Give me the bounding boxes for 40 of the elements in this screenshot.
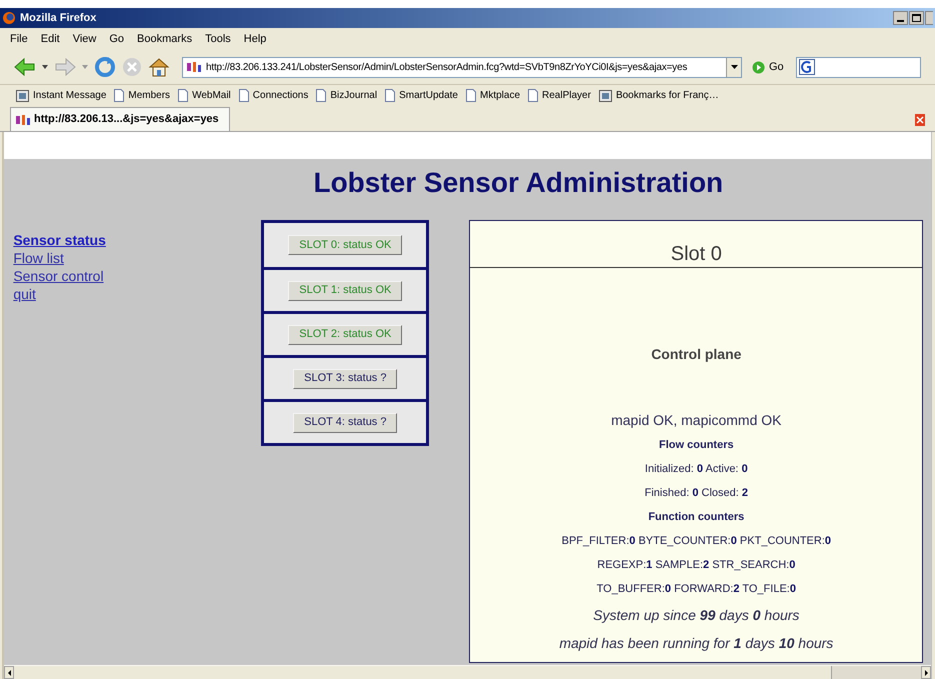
counter-text: Initialized: 0 Active: 0: [644, 462, 748, 476]
url-text: http://83.206.133.241/LobsterSensor/Admin/LobsterSensorAdmin.fcg?wtd=SVbT9n8ZrYoYCi0I&js=yes&ajax=yes: [206, 60, 688, 74]
bookmark-item[interactable]: Bookmarks for Franç…: [598, 88, 719, 103]
bookmark-item[interactable]: Mktplace: [466, 88, 520, 103]
menu-item[interactable]: Go: [109, 30, 124, 48]
nav-link[interactable]: Sensor control: [13, 267, 104, 285]
go-button[interactable]: Go: [752, 58, 784, 76]
address-field[interactable]: http://83.206.133.241/LobsterSensor/Admin/LobsterSensorAdmin.fcg?wtd=SVbT9n8ZrYoYCi0I&js=yes&ajax=yes: [182, 56, 742, 78]
counter-text: TO_BUFFER:0 FORWARD:2 TO_FILE:0: [596, 582, 796, 596]
counter-text: REGEXP:1 SAMPLE:2 STR_SEARCH:0: [597, 558, 796, 572]
counter-text: BPF_FILTER:0 BYTE_COUNTER:0 PKT_COUNTER:0: [562, 534, 832, 548]
status-text: mapid OK, mapicommd OK: [611, 411, 782, 429]
menu-item[interactable]: Edit: [40, 30, 60, 48]
bookmark-item[interactable]: SmartUpdate: [385, 88, 458, 103]
bookmark-item[interactable]: WebMail: [178, 88, 231, 103]
nav-link[interactable]: Sensor status: [13, 231, 106, 249]
window-title: Mozilla Firefox: [20, 10, 96, 26]
slot-button[interactable]: SLOT 3: status ?: [293, 368, 398, 388]
menu-item[interactable]: Bookmarks: [137, 30, 192, 48]
panel-title: Slot 0: [470, 221, 922, 268]
counter-heading: Flow counters: [659, 438, 734, 452]
uptime-text: System up since 99 days 0 hours: [593, 606, 800, 624]
menu-item[interactable]: Tools: [205, 30, 231, 48]
page-heading: Lobster Sensor Administration: [312, 166, 724, 200]
slot-button[interactable]: SLOT 4: status ?: [293, 412, 398, 432]
uptime-text: mapid has been running for 1 days 10 hours: [559, 634, 834, 652]
bookmark-item[interactable]: BizJournal: [316, 88, 378, 103]
nav-link[interactable]: quit: [13, 285, 36, 303]
bookmark-item[interactable]: Members: [114, 88, 170, 103]
nav-link[interactable]: Flow list: [13, 249, 64, 267]
menu-item[interactable]: Help: [244, 30, 266, 48]
counter-text: Finished: 0 Closed: 2: [644, 486, 748, 500]
menu-item[interactable]: File: [10, 30, 28, 48]
browser-tab[interactable]: http://83.206.13...&js=yes&ajax=yes: [10, 107, 230, 131]
counter-heading: Function counters: [648, 510, 744, 524]
menu-item[interactable]: View: [72, 30, 96, 48]
bookmark-item[interactable]: Instant Message: [16, 88, 106, 103]
bookmark-item[interactable]: Connections: [238, 88, 308, 103]
bookmark-item[interactable]: RealPlayer: [528, 88, 591, 103]
section-heading: Control plane: [650, 345, 742, 364]
